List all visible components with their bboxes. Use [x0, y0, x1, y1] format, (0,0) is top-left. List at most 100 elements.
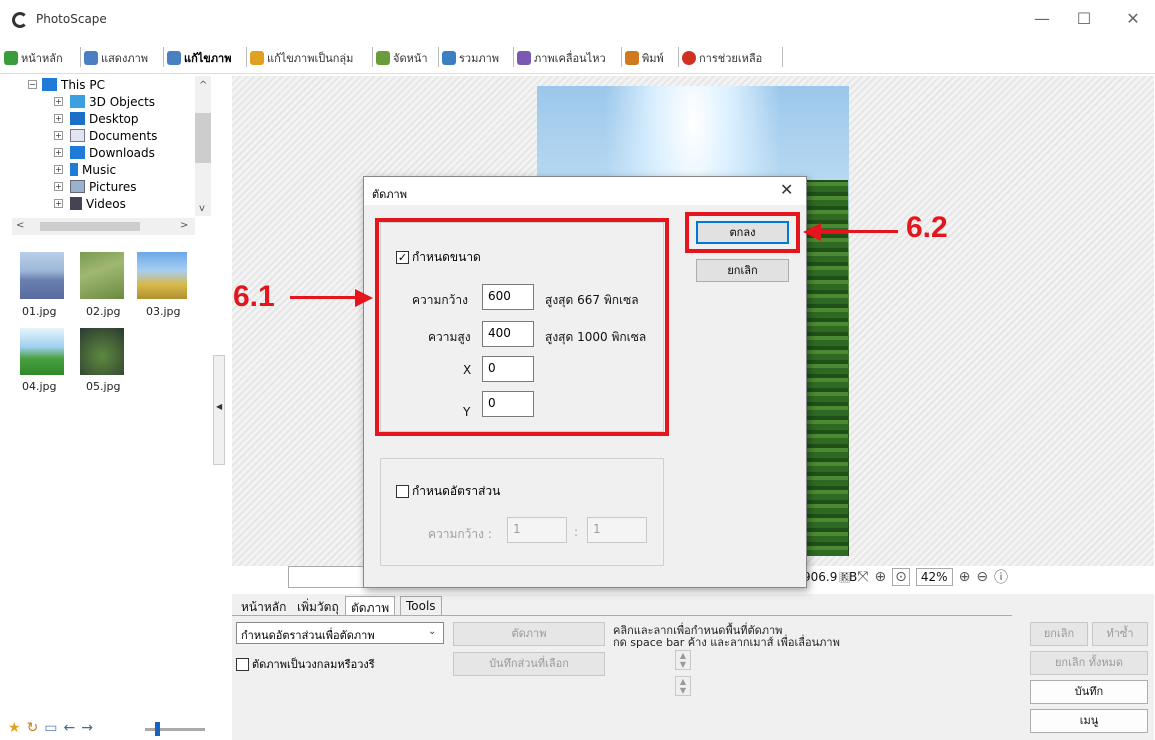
thumbnail-label: 03.jpg [146, 305, 181, 318]
spinner-up-down-icon[interactable]: ▲ ▼ [675, 676, 691, 696]
tab-combine-label: รวมภาพ [459, 52, 500, 65]
info-icon[interactable]: ⓘ [994, 567, 1008, 587]
checkbox-box[interactable] [396, 485, 409, 498]
dialog-title: ตัดภาพ [372, 188, 407, 201]
tab-animated-gif[interactable]: ภาพเคลื่อนไหว [517, 48, 606, 68]
tab-bottom-crop[interactable]: ตัดภาพ [345, 596, 396, 616]
thumbnail-size-slider-track[interactable] [145, 728, 205, 731]
minimize-button[interactable]: — [1027, 8, 1057, 30]
tree-item-videos[interactable]: + Videos [54, 195, 126, 212]
dialog-title-bar [364, 177, 806, 205]
ratio-checkbox[interactable]: กำหนดอัตราส่วน [396, 482, 500, 501]
zoom-fit-icon[interactable]: ⊙ [892, 568, 910, 586]
tree-vertical-scroll-thumb[interactable] [195, 113, 211, 163]
rotate-icon[interactable]: ↻ [27, 720, 39, 736]
tree-item-documents[interactable]: + Documents [54, 127, 158, 144]
save-selection-button[interactable]: บันทึกส่วนที่เลือก [453, 652, 605, 676]
chevron-down-icon[interactable]: ⌄ [428, 626, 436, 637]
folder-icon[interactable]: ▭ [44, 720, 57, 736]
tab-batch-editor[interactable]: แก้ไขภาพเป็นกลุ่ม [250, 48, 353, 68]
window-title: PhotoScape [36, 12, 107, 26]
annotation-label-6-2: 6.2 [906, 211, 948, 244]
ratio-width-input[interactable]: 1 [507, 517, 567, 543]
undo-all-button[interactable]: ยกเลิก ทั้งหมด [1030, 651, 1148, 675]
tab-bottom-objects[interactable]: เพิ่มวัตถุ [292, 596, 344, 616]
star-icon[interactable]: ★ [8, 720, 21, 736]
close-window-button[interactable]: ✕ [1118, 8, 1148, 30]
crop-circle-checkbox[interactable]: ตัดภาพเป็นวงกลมหรือวงรี [236, 655, 375, 673]
scroll-left-icon[interactable]: < [16, 220, 24, 231]
collapse-arrow-icon[interactable]: ◀ [216, 402, 222, 411]
back-arrow-icon[interactable]: ← [64, 720, 76, 736]
dialog-close-icon[interactable]: ✕ [780, 180, 793, 199]
thumbnail-image[interactable] [20, 328, 64, 375]
thumbnail-label: 04.jpg [22, 380, 57, 393]
thumbnail-label: 01.jpg [22, 305, 57, 318]
tree-item-pictures[interactable]: + Pictures [54, 178, 137, 195]
tab-print-label: พิมพ์ [642, 52, 664, 65]
ratio-checkbox-label: กำหนดอัตราส่วน [412, 484, 501, 498]
tree-label: Pictures [89, 179, 137, 194]
tree-label: Documents [89, 128, 158, 143]
undo-button[interactable]: ยกเลิก [1030, 622, 1088, 646]
photoscape-logo-icon [12, 12, 28, 28]
thumbnail-image[interactable] [20, 252, 64, 299]
tree-horizontal-scroll-thumb[interactable] [40, 222, 140, 231]
redo-button[interactable]: ทำซ้ำ [1092, 622, 1148, 646]
transparency-grid-icon[interactable]: ▦ [838, 569, 851, 585]
zoom-out-icon[interactable]: ⊖ [976, 569, 988, 585]
tab-viewer[interactable]: แสดงภาพ [84, 48, 148, 68]
tree-item-downloads[interactable]: + Downloads [54, 144, 155, 161]
scroll-down-icon[interactable]: v [199, 203, 205, 214]
checkbox-box[interactable] [236, 657, 249, 671]
batch-editor-icon [250, 51, 264, 65]
animated-gif-icon [517, 51, 531, 65]
tab-page-label: จัดหน้า [393, 52, 428, 65]
tree-label: Downloads [89, 145, 155, 160]
actual-size-icon[interactable]: ⊕ [874, 569, 886, 585]
tab-home[interactable]: หน้าหลัก [4, 48, 63, 68]
zoom-in-icon[interactable]: ⊕ [959, 569, 971, 585]
ratio-width-label: ความกว้าง : [428, 527, 492, 541]
module-toolbar: หน้าหลัก แสดงภาพ แก้ไขภาพ แก้ไขภาพเป็นกล… [0, 40, 1155, 74]
tab-bottom-tools[interactable]: Tools [400, 596, 442, 616]
tab-animated-gif-label: ภาพเคลื่อนไหว [534, 52, 606, 65]
print-icon [625, 51, 639, 65]
crop-button[interactable]: ตัดภาพ [453, 622, 605, 646]
thumbnail-toolbar: ★ ↻ ▭ ← → [8, 720, 93, 736]
zoom-level[interactable]: 42% [915, 568, 953, 586]
ratio-group [380, 458, 664, 566]
scroll-right-icon[interactable]: > [180, 220, 188, 231]
menu-button[interactable]: เมนู [1030, 709, 1148, 733]
thumbnail-image[interactable] [137, 252, 187, 299]
tab-bottom-home[interactable]: หน้าหลัก [236, 596, 291, 616]
tab-page[interactable]: จัดหน้า [376, 48, 428, 68]
tree-item-this-pc[interactable]: − This PC [28, 76, 105, 93]
documents-icon [70, 129, 85, 142]
tab-help[interactable]: การช่วยเหลือ [682, 48, 762, 68]
tree-item-3d-objects[interactable]: + 3D Objects [54, 93, 155, 110]
annotation-arrow-line [820, 230, 898, 233]
spinner-up-down-icon[interactable]: ▲ ▼ [675, 650, 691, 670]
annotation-arrow-left-icon [803, 223, 821, 241]
tree-item-music[interactable]: + Music [54, 161, 117, 178]
thumbnail-size-slider-thumb[interactable] [155, 722, 160, 736]
thumbnail-image[interactable] [80, 252, 124, 299]
cancel-button[interactable]: ยกเลิก [696, 259, 789, 282]
combine-icon [442, 51, 456, 65]
ratio-height-input[interactable]: 1 [587, 517, 647, 543]
zoom-toolbar: ▦ ⤧ ⊕ ⊙ 42% ⊕ ⊖ ⓘ [838, 566, 1008, 588]
save-button[interactable]: บันทึก [1030, 680, 1148, 704]
tree-label: Music [82, 162, 117, 177]
tab-combine[interactable]: รวมภาพ [442, 48, 499, 68]
tab-editor[interactable]: แก้ไขภาพ [167, 48, 231, 68]
scroll-up-icon[interactable]: ^ [199, 80, 207, 91]
viewer-icon [84, 51, 98, 65]
forward-arrow-icon[interactable]: → [81, 720, 93, 736]
tab-print[interactable]: พิมพ์ [625, 48, 664, 68]
maximize-button[interactable]: ☐ [1069, 8, 1099, 30]
thumbnail-image[interactable] [80, 328, 124, 375]
crop-mode-select[interactable]: กำหนดอัตราส่วนเพื่อตัดภาพ [236, 622, 444, 644]
fit-screen-icon[interactable]: ⤧ [857, 569, 868, 585]
tree-item-desktop[interactable]: + Desktop [54, 110, 139, 127]
